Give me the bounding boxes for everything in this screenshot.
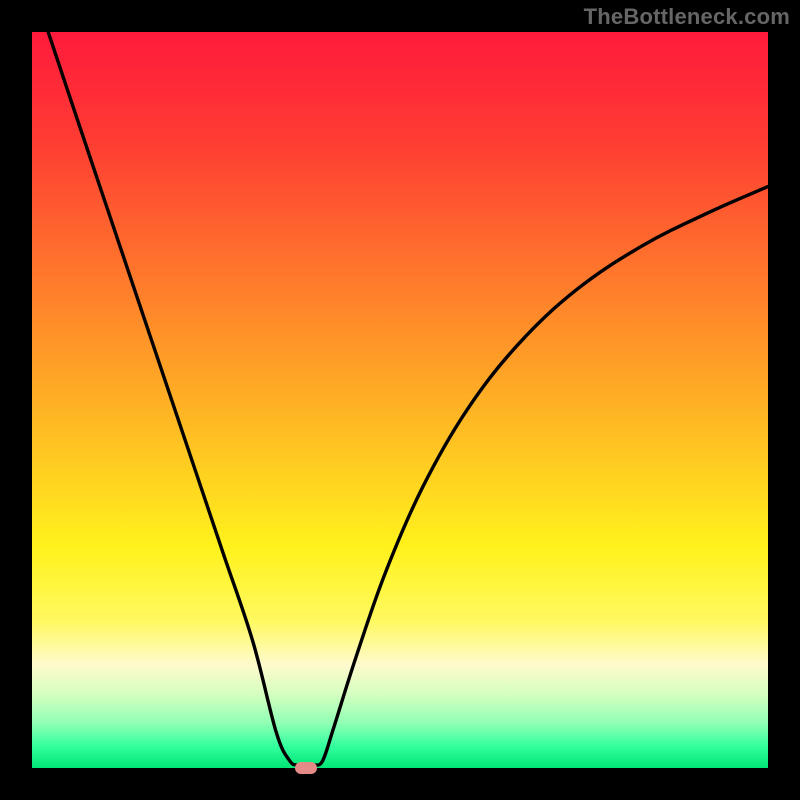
chart-frame: TheBottleneck.com [0, 0, 800, 800]
plot-area [32, 32, 768, 768]
minimum-marker [295, 762, 317, 774]
attribution-text: TheBottleneck.com [584, 4, 790, 30]
bottleneck-chart [32, 32, 768, 768]
gradient-background [32, 32, 768, 768]
